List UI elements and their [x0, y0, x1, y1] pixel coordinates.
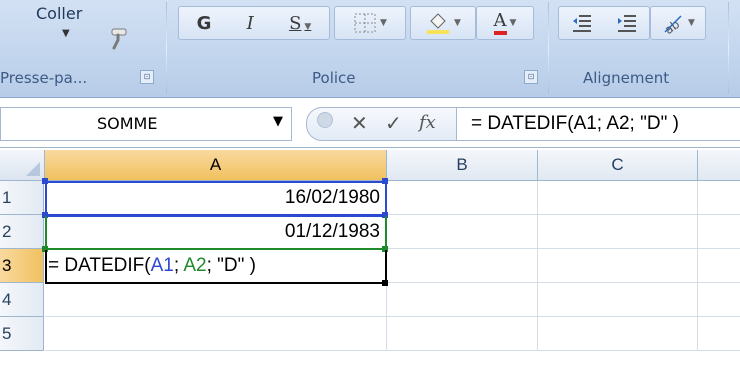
font-color-button[interactable]: A ▼	[476, 6, 534, 40]
indent-buttons	[558, 6, 650, 40]
insert-function-icon[interactable]: fx	[419, 112, 436, 133]
formula-suffix: ; "D" )	[206, 255, 256, 276]
formula-ref-a1: A1	[150, 255, 174, 276]
formula-input[interactable]: = DATEDIF(A1; A2; "D" )	[456, 107, 740, 141]
paste-button[interactable]: Coller ▼	[14, 4, 134, 60]
text-orientation-icon: ab	[662, 15, 682, 34]
reference-handle[interactable]	[382, 246, 388, 252]
column-header-b[interactable]: B	[387, 150, 538, 181]
cell-d1[interactable]	[698, 181, 740, 215]
cell-c1[interactable]	[538, 181, 698, 215]
cell-a2[interactable]: 01/12/1983	[45, 215, 387, 249]
paste-dropdown-icon[interactable]: ▼	[62, 28, 70, 39]
cell-d4[interactable]	[698, 283, 740, 317]
increase-indent-icon[interactable]	[616, 13, 638, 33]
clipboard-group-label: Presse-pa...	[0, 69, 88, 87]
fill-bucket-icon	[427, 13, 450, 34]
cell-d3[interactable]	[698, 249, 740, 283]
name-box-value: SOMME	[97, 114, 158, 133]
cell-c3[interactable]	[538, 249, 698, 283]
clipboard-launcher-icon[interactable]: ⊡	[140, 70, 154, 84]
row-header-3[interactable]: 3	[0, 249, 44, 283]
bold-button[interactable]: G	[197, 13, 212, 34]
cell-b1[interactable]	[387, 181, 538, 215]
reference-handle[interactable]	[382, 212, 388, 218]
formula-buttons: ✕ ✓ fx	[306, 107, 458, 141]
group-separator	[728, 2, 729, 94]
fill-color-button[interactable]: ▼	[410, 6, 476, 40]
name-box-dropdown-icon[interactable]: ▼	[273, 114, 283, 129]
format-painter-icon[interactable]	[104, 26, 130, 52]
alignment-group-label: Alignement	[583, 69, 670, 87]
orientation-button[interactable]: ab ▼	[650, 6, 706, 40]
reference-handle[interactable]	[42, 178, 48, 184]
row-header-4[interactable]: 4	[0, 283, 44, 317]
reference-handle[interactable]	[42, 212, 48, 218]
select-all-button[interactable]	[0, 150, 45, 181]
formula-prefix: = DATEDIF(	[48, 255, 151, 276]
reference-handle[interactable]	[382, 178, 388, 184]
cell-c5[interactable]	[538, 317, 698, 351]
column-header-c[interactable]: C	[538, 150, 698, 181]
formula-ref-a2: A2	[183, 255, 207, 276]
font-group-label: Police	[312, 69, 356, 87]
font-color-letter: A	[493, 10, 507, 31]
cell-a1[interactable]: 16/02/1980	[45, 181, 387, 215]
decrease-indent-icon[interactable]	[571, 13, 593, 33]
fill-handle[interactable]	[382, 280, 388, 286]
cancel-icon[interactable]: ✕	[351, 111, 368, 135]
cell-d2[interactable]	[698, 215, 740, 249]
group-separator	[548, 2, 549, 94]
enter-icon[interactable]: ✓	[385, 111, 402, 135]
cell-b4[interactable]	[387, 283, 538, 317]
formula-bar: SOMME ▼ ✕ ✓ fx = DATEDIF(A1; A2; "D" )	[0, 98, 740, 148]
paste-label: Coller	[36, 4, 83, 23]
column-header-next[interactable]	[698, 150, 740, 181]
borders-button[interactable]: ▼	[334, 6, 406, 40]
cell-d5[interactable]	[698, 317, 740, 351]
cell-a5[interactable]	[45, 317, 387, 351]
cell-b5[interactable]	[387, 317, 538, 351]
name-box[interactable]: SOMME ▼	[0, 107, 292, 141]
scroll-handle-icon	[317, 112, 333, 128]
group-separator	[166, 2, 167, 94]
column-header-a[interactable]: A	[45, 150, 387, 181]
underline-label: S	[289, 12, 302, 34]
italic-button[interactable]: I	[247, 13, 254, 34]
row-header-5[interactable]: 5	[0, 317, 44, 351]
ribbon: Coller ▼ Presse-pa... ⊡ G I S ▼ ▼ ▼ A ▼ P	[0, 0, 740, 98]
underline-button[interactable]: S ▼	[289, 13, 311, 34]
reference-handle[interactable]	[42, 246, 48, 252]
cell-c4[interactable]	[538, 283, 698, 317]
formula-separator: ;	[173, 255, 184, 276]
font-launcher-icon[interactable]: ⊡	[524, 70, 538, 84]
cell-b2[interactable]	[387, 215, 538, 249]
cell-c2[interactable]	[538, 215, 698, 249]
font-style-buttons: G I S ▼	[178, 6, 330, 40]
row-header-1[interactable]: 1	[0, 181, 44, 215]
cell-b3[interactable]	[387, 249, 538, 283]
borders-icon	[354, 13, 376, 33]
cell-a4[interactable]	[45, 283, 387, 317]
row-header-2[interactable]: 2	[0, 215, 44, 249]
cell-a3[interactable]: = DATEDIF(A1; A2; "D" )	[45, 249, 387, 283]
